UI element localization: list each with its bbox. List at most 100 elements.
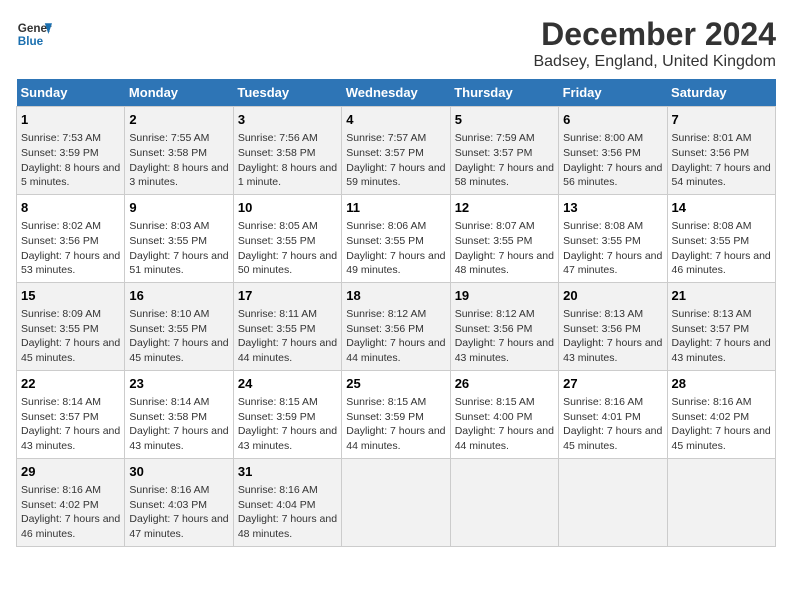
header-day-wednesday: Wednesday	[342, 79, 450, 107]
calendar-day-30: 30 Sunrise: 8:16 AMSunset: 4:03 PMDayligh…	[125, 458, 233, 546]
calendar-day-15: 15 Sunrise: 8:09 AMSunset: 3:55 PMDayligh…	[17, 282, 125, 370]
calendar-day-22: 22Sunrise: 8:14 AMSunset: 3:57 PMDayligh…	[17, 370, 125, 458]
day-content: Sunrise: 8:13 AMSunset: 3:56 PMDaylight:…	[563, 307, 662, 366]
calendar-day-29: 29 Sunrise: 8:16 AMSunset: 4:02 PMDayligh…	[17, 458, 125, 546]
calendar-day-23: 23 Sunrise: 8:14 AMSunset: 3:58 PMDayligh…	[125, 370, 233, 458]
calendar-day-21: 21 Sunrise: 8:13 AMSunset: 3:57 PMDayligh…	[667, 282, 775, 370]
day-content: Sunrise: 8:07 AMSunset: 3:55 PMDaylight:…	[455, 219, 554, 278]
header-day-tuesday: Tuesday	[233, 79, 341, 107]
empty-cell	[559, 458, 667, 546]
calendar-day-9: 9 Sunrise: 8:03 AMSunset: 3:55 PMDaylight…	[125, 194, 233, 282]
day-number: 18	[346, 287, 445, 305]
day-content: Sunrise: 8:16 AMSunset: 4:03 PMDaylight:…	[129, 483, 228, 542]
header: General Blue December 2024 Badsey, Engla…	[16, 16, 776, 71]
calendar-week-1: 1 Sunrise: 7:53 AMSunset: 3:59 PMDaylight…	[17, 107, 776, 195]
calendar-day-26: 26 Sunrise: 8:15 AMSunset: 4:00 PMDayligh…	[450, 370, 558, 458]
day-content: Sunrise: 8:08 AMSunset: 3:55 PMDaylight:…	[563, 219, 662, 278]
header-day-friday: Friday	[559, 79, 667, 107]
day-number: 25	[346, 375, 445, 393]
calendar-table: SundayMondayTuesdayWednesdayThursdayFrid…	[16, 79, 776, 547]
header-row: SundayMondayTuesdayWednesdayThursdayFrid…	[17, 79, 776, 107]
day-number: 24	[238, 375, 337, 393]
calendar-week-3: 15 Sunrise: 8:09 AMSunset: 3:55 PMDayligh…	[17, 282, 776, 370]
day-content: Sunrise: 8:12 AMSunset: 3:56 PMDaylight:…	[346, 307, 445, 366]
day-content: Sunrise: 8:05 AMSunset: 3:55 PMDaylight:…	[238, 219, 337, 278]
day-content: Sunrise: 8:03 AMSunset: 3:55 PMDaylight:…	[129, 219, 228, 278]
day-number: 29	[21, 463, 120, 481]
header-day-saturday: Saturday	[667, 79, 775, 107]
calendar-day-5: 5 Sunrise: 7:59 AMSunset: 3:57 PMDaylight…	[450, 107, 558, 195]
calendar-day-1: 1 Sunrise: 7:53 AMSunset: 3:59 PMDaylight…	[17, 107, 125, 195]
day-number: 11	[346, 199, 445, 217]
calendar-day-8: 8Sunrise: 8:02 AMSunset: 3:56 PMDaylight…	[17, 194, 125, 282]
day-number: 20	[563, 287, 662, 305]
day-number: 23	[129, 375, 228, 393]
day-content: Sunrise: 8:15 AMSunset: 3:59 PMDaylight:…	[238, 395, 337, 454]
day-content: Sunrise: 8:15 AMSunset: 4:00 PMDaylight:…	[455, 395, 554, 454]
day-content: Sunrise: 8:15 AMSunset: 3:59 PMDaylight:…	[346, 395, 445, 454]
day-number: 14	[672, 199, 771, 217]
day-number: 15	[21, 287, 120, 305]
day-content: Sunrise: 8:13 AMSunset: 3:57 PMDaylight:…	[672, 307, 771, 366]
calendar-day-12: 12Sunrise: 8:07 AMSunset: 3:55 PMDayligh…	[450, 194, 558, 282]
day-content: Sunrise: 7:53 AMSunset: 3:59 PMDaylight:…	[21, 131, 120, 190]
day-content: Sunrise: 8:00 AMSunset: 3:56 PMDaylight:…	[563, 131, 662, 190]
calendar-day-19: 19Sunrise: 8:12 AMSunset: 3:56 PMDayligh…	[450, 282, 558, 370]
calendar-day-24: 24 Sunrise: 8:15 AMSunset: 3:59 PMDayligh…	[233, 370, 341, 458]
main-title: December 2024	[533, 16, 776, 53]
day-number: 26	[455, 375, 554, 393]
calendar-day-31: 31 Sunrise: 8:16 AMSunset: 4:04 PMDayligh…	[233, 458, 341, 546]
day-content: Sunrise: 8:16 AMSunset: 4:02 PMDaylight:…	[672, 395, 771, 454]
day-number: 17	[238, 287, 337, 305]
day-number: 27	[563, 375, 662, 393]
day-content: Sunrise: 8:16 AMSunset: 4:02 PMDaylight:…	[21, 483, 120, 542]
empty-cell	[450, 458, 558, 546]
calendar-day-7: 7 Sunrise: 8:01 AMSunset: 3:56 PMDaylight…	[667, 107, 775, 195]
day-number: 5	[455, 111, 554, 129]
calendar-day-18: 18 Sunrise: 8:12 AMSunset: 3:56 PMDayligh…	[342, 282, 450, 370]
header-day-sunday: Sunday	[17, 79, 125, 107]
logo-icon: General Blue	[16, 16, 52, 52]
day-number: 30	[129, 463, 228, 481]
day-number: 6	[563, 111, 662, 129]
day-number: 3	[238, 111, 337, 129]
day-content: Sunrise: 8:06 AMSunset: 3:55 PMDaylight:…	[346, 219, 445, 278]
logo: General Blue	[16, 16, 52, 52]
title-area: December 2024 Badsey, England, United Ki…	[533, 16, 776, 71]
day-content: Sunrise: 7:55 AMSunset: 3:58 PMDaylight:…	[129, 131, 228, 190]
day-number: 19	[455, 287, 554, 305]
calendar-day-14: 14 Sunrise: 8:08 AMSunset: 3:55 PMDayligh…	[667, 194, 775, 282]
day-number: 22	[21, 375, 120, 393]
empty-cell	[667, 458, 775, 546]
calendar-header: SundayMondayTuesdayWednesdayThursdayFrid…	[17, 79, 776, 107]
day-content: Sunrise: 7:57 AMSunset: 3:57 PMDaylight:…	[346, 131, 445, 190]
day-number: 10	[238, 199, 337, 217]
calendar-day-3: 3 Sunrise: 7:56 AMSunset: 3:58 PMDaylight…	[233, 107, 341, 195]
day-number: 31	[238, 463, 337, 481]
header-day-monday: Monday	[125, 79, 233, 107]
calendar-body: 1 Sunrise: 7:53 AMSunset: 3:59 PMDaylight…	[17, 107, 776, 547]
calendar-day-17: 17 Sunrise: 8:11 AMSunset: 3:55 PMDayligh…	[233, 282, 341, 370]
day-content: Sunrise: 7:56 AMSunset: 3:58 PMDaylight:…	[238, 131, 337, 190]
calendar-day-6: 6 Sunrise: 8:00 AMSunset: 3:56 PMDaylight…	[559, 107, 667, 195]
calendar-week-4: 22Sunrise: 8:14 AMSunset: 3:57 PMDayligh…	[17, 370, 776, 458]
day-content: Sunrise: 8:14 AMSunset: 3:58 PMDaylight:…	[129, 395, 228, 454]
day-number: 21	[672, 287, 771, 305]
day-content: Sunrise: 7:59 AMSunset: 3:57 PMDaylight:…	[455, 131, 554, 190]
day-number: 7	[672, 111, 771, 129]
calendar-week-5: 29 Sunrise: 8:16 AMSunset: 4:02 PMDayligh…	[17, 458, 776, 546]
calendar-day-13: 13Sunrise: 8:08 AMSunset: 3:55 PMDayligh…	[559, 194, 667, 282]
day-content: Sunrise: 8:01 AMSunset: 3:56 PMDaylight:…	[672, 131, 771, 190]
day-number: 1	[21, 111, 120, 129]
empty-cell	[342, 458, 450, 546]
day-number: 28	[672, 375, 771, 393]
day-content: Sunrise: 8:08 AMSunset: 3:55 PMDaylight:…	[672, 219, 771, 278]
calendar-week-2: 8Sunrise: 8:02 AMSunset: 3:56 PMDaylight…	[17, 194, 776, 282]
calendar-day-20: 20 Sunrise: 8:13 AMSunset: 3:56 PMDayligh…	[559, 282, 667, 370]
day-content: Sunrise: 8:09 AMSunset: 3:55 PMDaylight:…	[21, 307, 120, 366]
calendar-day-10: 10 Sunrise: 8:05 AMSunset: 3:55 PMDayligh…	[233, 194, 341, 282]
subtitle: Badsey, England, United Kingdom	[533, 53, 776, 71]
day-content: Sunrise: 8:16 AMSunset: 4:04 PMDaylight:…	[238, 483, 337, 542]
day-content: Sunrise: 8:11 AMSunset: 3:55 PMDaylight:…	[238, 307, 337, 366]
day-number: 9	[129, 199, 228, 217]
